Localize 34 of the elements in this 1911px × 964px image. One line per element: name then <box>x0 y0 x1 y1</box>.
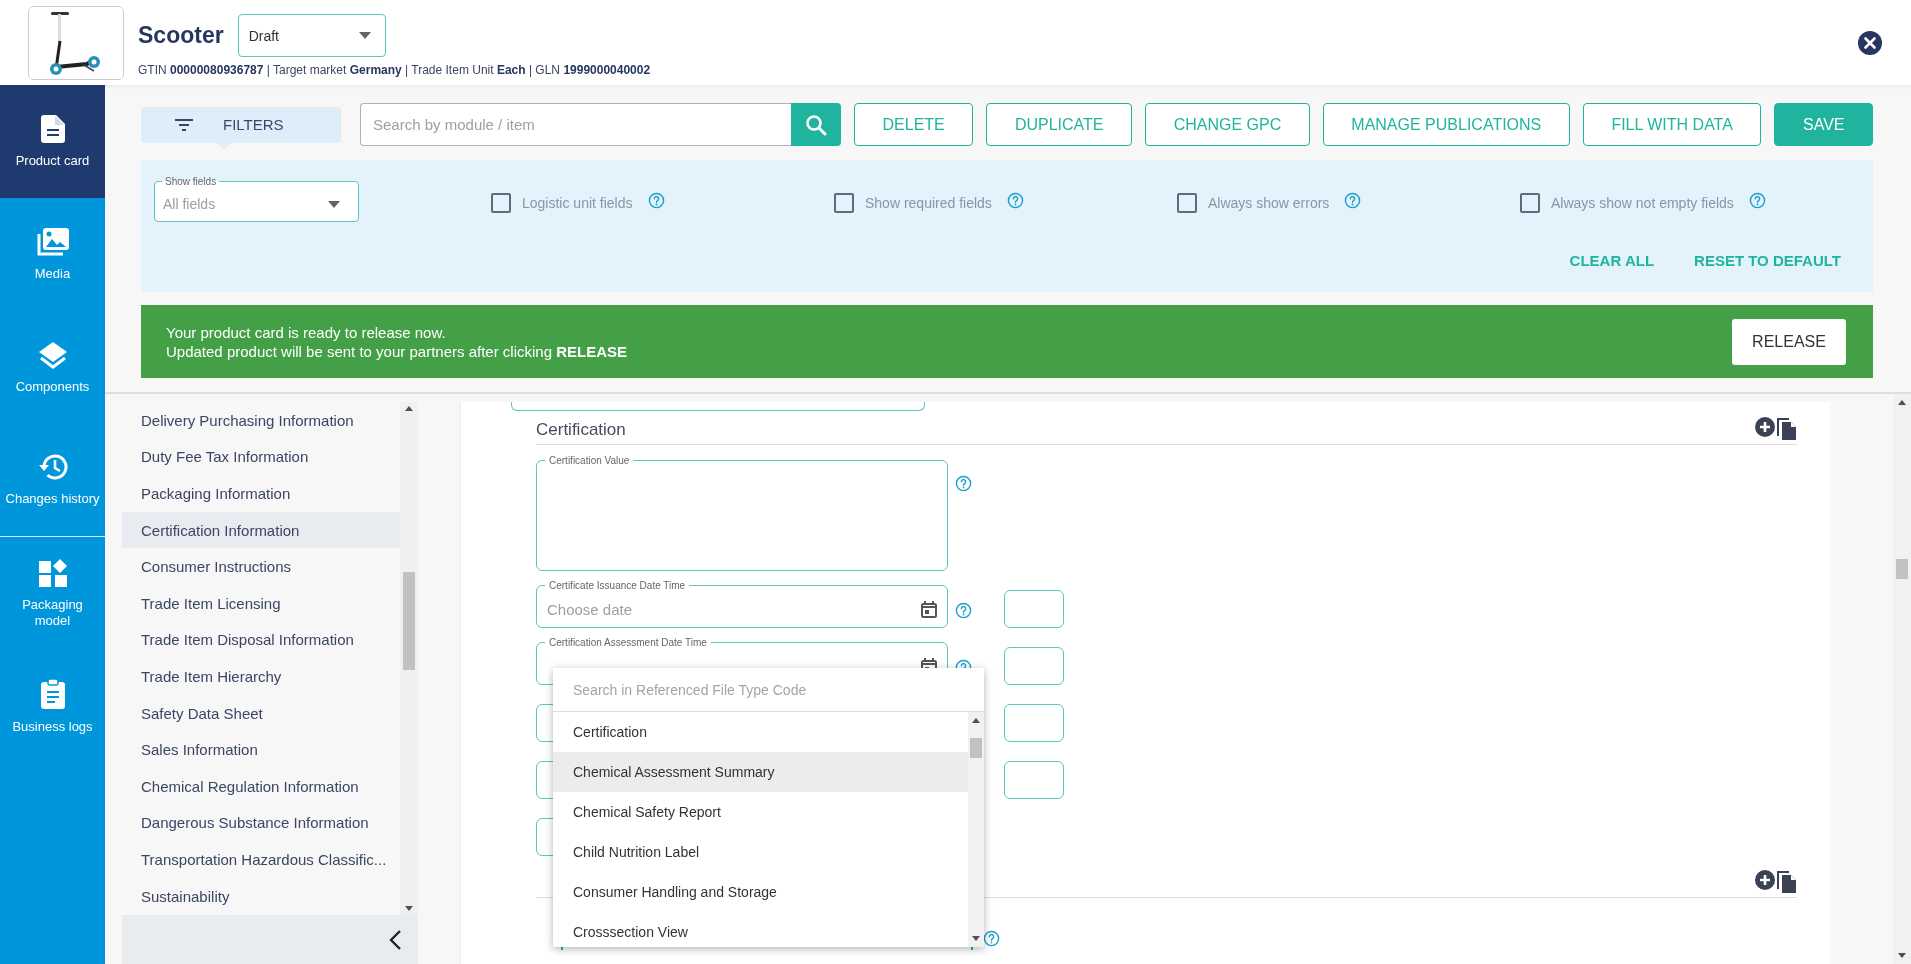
text-area-field[interactable]: Certification Value <box>536 455 948 571</box>
dropdown-option[interactable]: Child Nutrition Label <box>553 832 968 872</box>
module-item[interactable]: Consumer Instructions <box>122 548 400 585</box>
module-item[interactable]: Safety Data Sheet <box>122 694 400 732</box>
module-item[interactable]: Trade Item Disposal Information <box>122 621 400 659</box>
module-item[interactable]: Dangerous Substance Information <box>122 804 400 842</box>
dropdown-option[interactable]: Chemical Safety Report <box>553 792 968 832</box>
nav-item[interactable]: Product card <box>0 85 105 198</box>
checkbox-label: Logistic unit fields <box>522 195 633 211</box>
module-item[interactable]: Packaging Information <box>122 475 400 512</box>
module-item[interactable]: Sustainability <box>122 877 400 915</box>
product-title: Scooter <box>138 22 224 49</box>
module-item[interactable]: Sales Information <box>122 731 400 768</box>
show-fields-select[interactable]: Show fields All fields <box>154 176 359 222</box>
module-item[interactable]: Certification Information <box>122 511 400 549</box>
module-item[interactable]: Trade Item Licensing <box>122 584 400 622</box>
dropdown-option[interactable]: Chemical Assessment Summary <box>553 752 968 792</box>
release-button[interactable]: RELEASE <box>1732 318 1846 365</box>
module-item[interactable]: Chemical Regulation Information <box>122 767 400 805</box>
checkbox-label: Show required fields <box>865 195 992 211</box>
dropdown-option[interactable]: Certification <box>553 712 968 752</box>
section-title: Certification <box>536 420 626 440</box>
dropdown-option[interactable]: Crosssection View <box>553 912 968 947</box>
module-item[interactable]: Delivery Purchasing Information <box>122 402 400 439</box>
product-meta: GTIN 00000080936787 | Target market Germany | Trade Item Unit Each | GLN 1999000040002 <box>138 63 651 77</box>
module-item[interactable]: Duty Fee Tax Information <box>122 438 400 476</box>
checkbox-label: Always show errors <box>1208 195 1330 211</box>
date-field[interactable]: Certificate Issuance Date Time Choose date <box>536 580 948 628</box>
checkbox-label: Always show not empty fields <box>1551 195 1734 211</box>
module-item[interactable]: Trade Item Hierarchy <box>122 658 400 695</box>
module-item[interactable]: Transportation Hazardous Classific... <box>122 841 400 878</box>
dropdown-option[interactable]: Consumer Handling and Storage <box>553 872 968 912</box>
release-message: Your product card is ready to release now. Updated product will be sent to your partners after clicking RELEASE <box>166 322 628 361</box>
status-select[interactable]: Draft <box>237 14 386 57</box>
